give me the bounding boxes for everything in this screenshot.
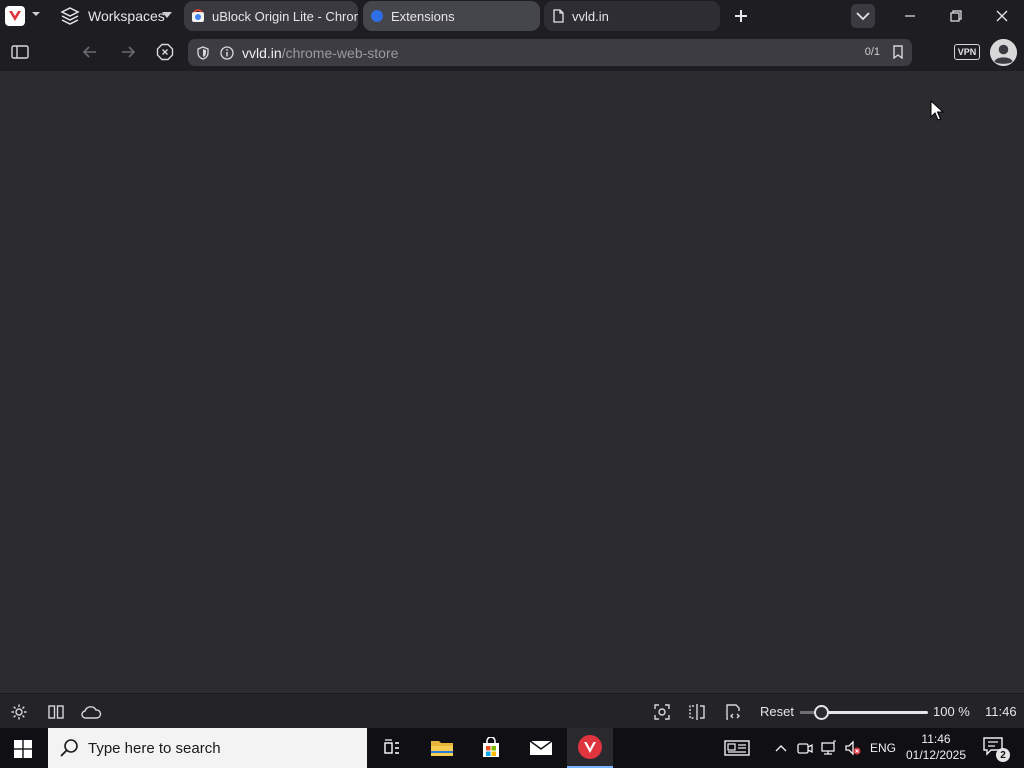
store-button[interactable] <box>468 728 514 768</box>
status-bar: Reset 100 % 11:46 <box>0 693 1024 728</box>
avatar[interactable] <box>990 39 1017 66</box>
tab-list-button[interactable] <box>851 4 875 28</box>
chevron-down-icon[interactable] <box>162 11 172 19</box>
url-domain: vvld.in <box>242 44 282 61</box>
close-icon[interactable] <box>994 8 1010 24</box>
tab-title: uBlock Origin Lite - Chrome Web Store <box>212 8 358 24</box>
meet-icon[interactable] <box>797 738 813 758</box>
maximize-icon[interactable] <box>948 8 964 24</box>
volume-icon[interactable] <box>844 738 862 758</box>
forward-icon[interactable] <box>118 42 138 62</box>
stop-icon[interactable] <box>155 42 175 62</box>
zoom-reset-button[interactable]: Reset <box>760 704 794 719</box>
tab-title: Extensions <box>391 8 455 24</box>
language-indicator[interactable]: ENG <box>870 741 896 761</box>
zoom-level: 100 % <box>933 704 970 719</box>
content-blocker-counter[interactable]: 0/1 <box>865 46 880 58</box>
zoom-slider-handle[interactable] <box>814 705 830 720</box>
tab-ublock[interactable]: uBlock Origin Lite - Chrome Web Store <box>184 1 358 31</box>
back-icon[interactable] <box>80 42 100 62</box>
taskbar-search-box[interactable]: Type here to search <box>48 728 367 768</box>
vpn-label: VPN <box>957 47 977 57</box>
url-path: /chrome-web-store <box>281 44 399 61</box>
minimize-icon[interactable] <box>902 8 918 24</box>
vivaldi-icon <box>578 735 602 759</box>
new-tab-icon[interactable] <box>733 8 749 24</box>
notification-center-button[interactable]: 2 <box>982 736 1010 762</box>
windows-taskbar: Type here to search ENG 11:46 01/12/2025 <box>0 728 1024 768</box>
tab-extensions[interactable]: Extensions <box>363 1 540 31</box>
mail-button[interactable] <box>518 728 564 768</box>
reader-icon[interactable] <box>724 703 742 721</box>
screen: Workspaces uBlock Origin Lite - Chrome W… <box>0 0 1024 768</box>
chevron-down-icon[interactable] <box>31 9 41 19</box>
address-toolbar: vvld.in/chrome-web-store 0/1 VPN <box>0 33 1024 71</box>
taskbar-time: 11:46 <box>921 732 951 746</box>
file-explorer-icon <box>431 741 453 756</box>
file-explorer-button[interactable] <box>419 728 465 768</box>
workspaces-button[interactable]: Workspaces <box>60 6 165 26</box>
avatar-icon <box>990 39 1017 66</box>
task-view-icon <box>384 739 399 754</box>
taskbar-date: 01/12/2025 <box>905 748 967 762</box>
tab-bar: Workspaces uBlock Origin Lite - Chrome W… <box>0 0 1024 33</box>
page-icon <box>553 9 564 23</box>
status-clock[interactable]: 11:46 <box>985 704 1017 719</box>
task-view-button[interactable] <box>369 728 415 768</box>
page-content <box>0 71 1024 693</box>
page-actions-icon[interactable] <box>688 703 706 721</box>
sync-icon[interactable] <box>80 703 102 721</box>
shield-icon[interactable] <box>196 45 210 60</box>
settings-icon[interactable] <box>10 703 28 721</box>
news-icon[interactable] <box>724 738 750 758</box>
tray-up-icon[interactable] <box>774 738 788 758</box>
store-icon <box>483 737 499 757</box>
vivaldi-taskbar-button[interactable] <box>567 728 613 768</box>
extensions-favicon <box>371 10 383 22</box>
url-text: vvld.in/chrome-web-store <box>242 45 398 61</box>
windows-start-icon[interactable] <box>14 740 32 758</box>
search-placeholder: Type here to search <box>88 739 221 757</box>
vivaldi-menu-icon[interactable] <box>5 6 25 26</box>
workspaces-icon <box>60 7 80 25</box>
chrome-web-store-favicon <box>192 9 204 22</box>
network-icon[interactable] <box>820 738 838 758</box>
info-icon[interactable] <box>220 45 234 60</box>
panel-toggle-icon[interactable] <box>10 42 30 62</box>
tab-list-icon <box>856 12 870 21</box>
tile-icon[interactable] <box>47 703 65 721</box>
bookmark-icon[interactable] <box>892 45 904 59</box>
mail-icon <box>529 740 553 755</box>
mouse-cursor-icon <box>930 100 944 121</box>
tab-vvld[interactable]: vvld.in <box>544 1 720 31</box>
tab-title: vvld.in <box>572 8 609 24</box>
vpn-icon[interactable]: VPN <box>954 44 980 60</box>
capture-icon[interactable] <box>653 703 671 721</box>
taskbar-clock[interactable]: 11:46 01/12/2025 <box>904 731 968 763</box>
workspaces-label: Workspaces <box>88 8 165 24</box>
search-icon <box>60 739 78 757</box>
address-field[interactable]: vvld.in/chrome-web-store 0/1 <box>188 39 912 66</box>
notification-badge: 2 <box>996 748 1010 762</box>
zoom-slider[interactable] <box>800 705 928 720</box>
